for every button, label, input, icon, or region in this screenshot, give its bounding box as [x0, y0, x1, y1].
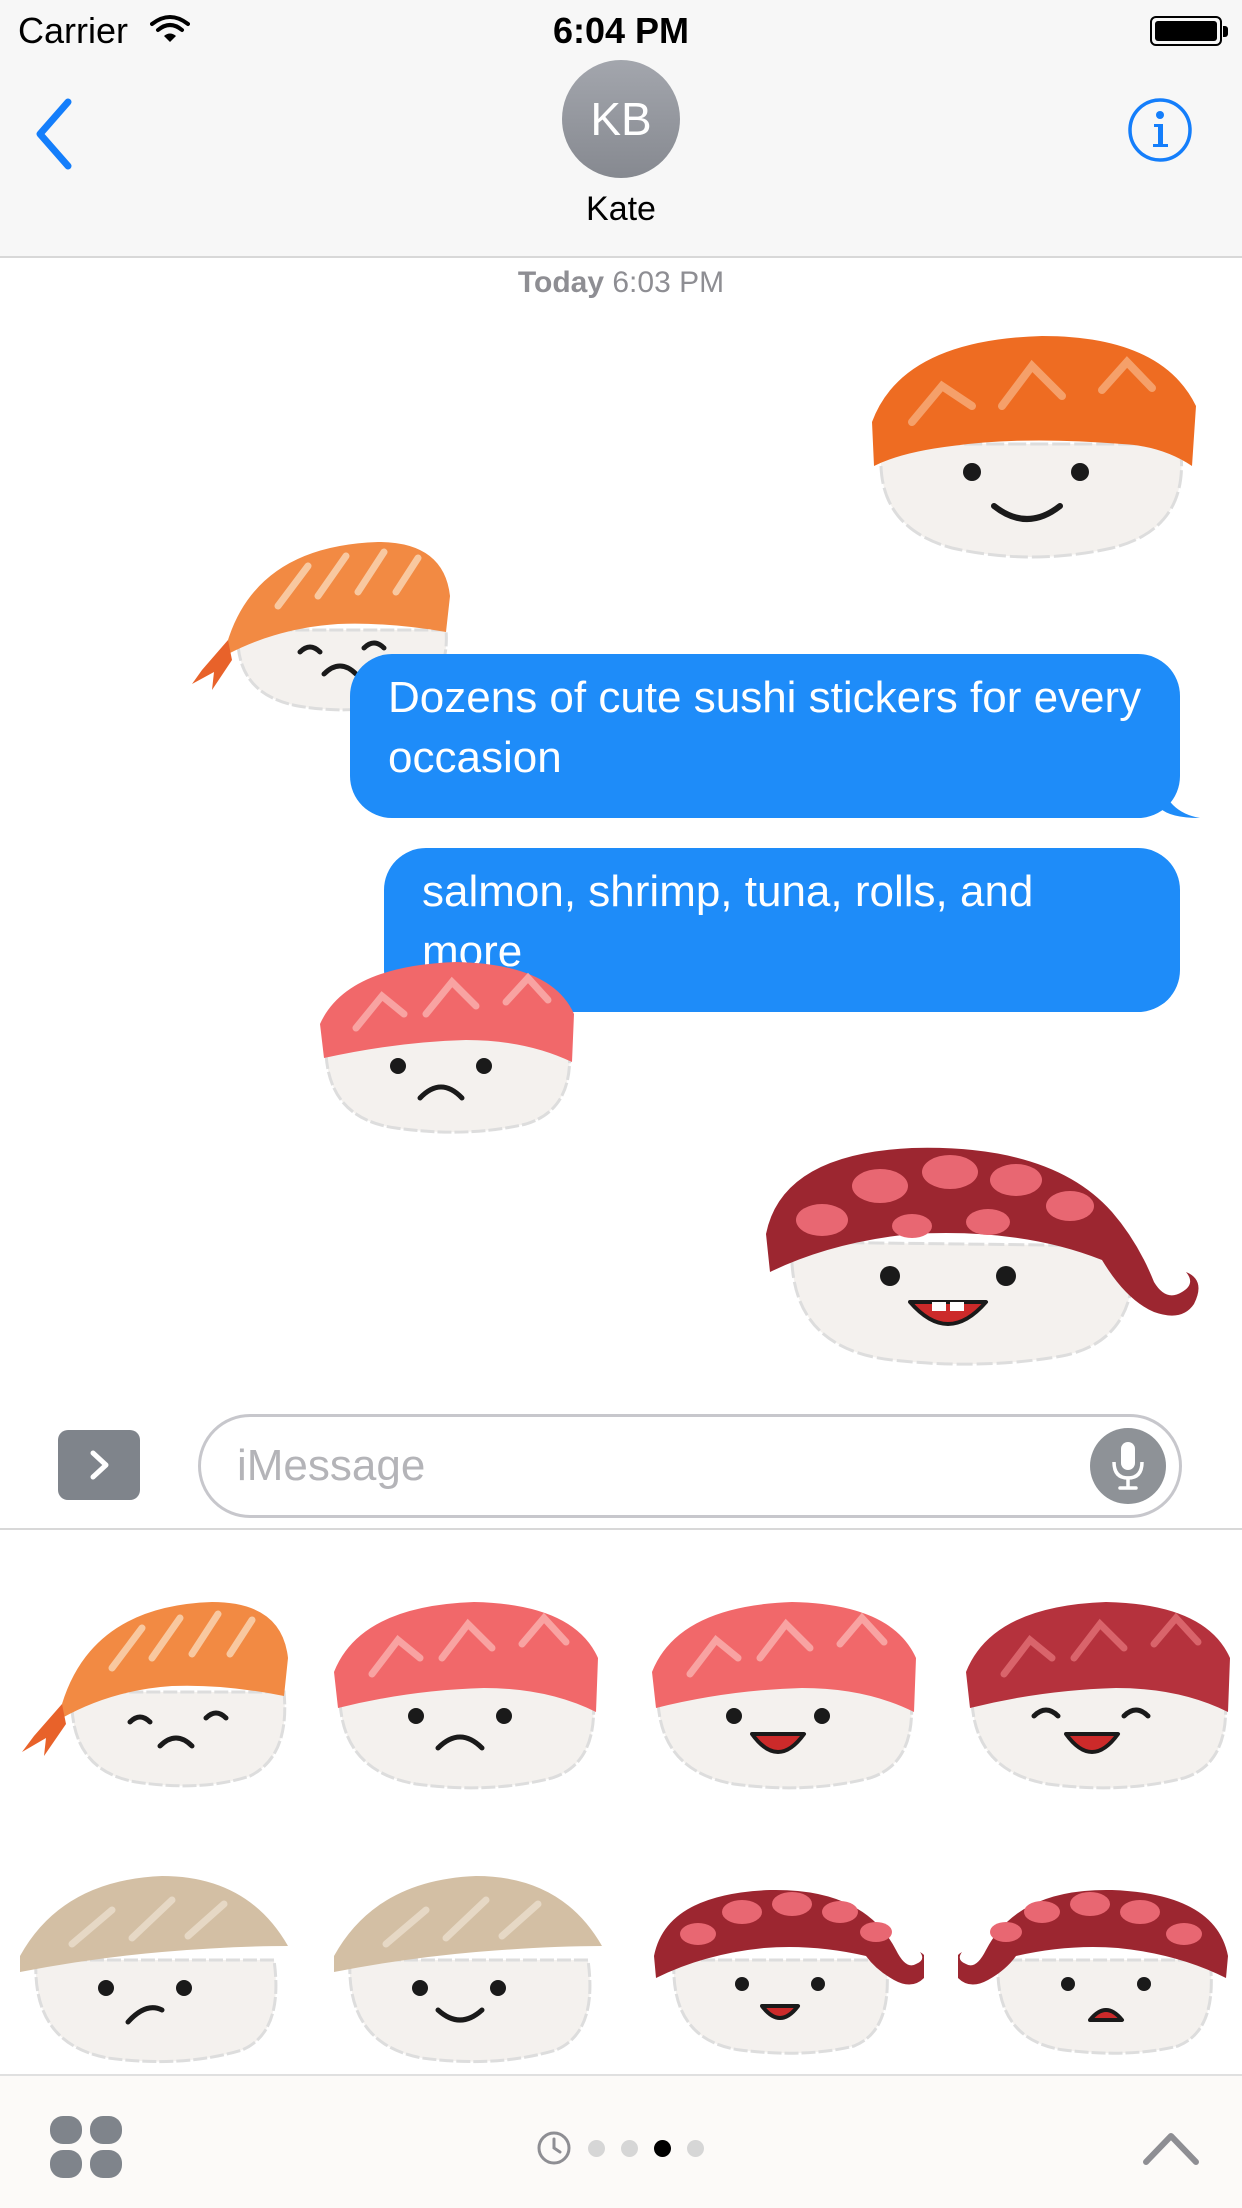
app-grid-icon[interactable] — [46, 2114, 126, 2180]
back-button[interactable] — [30, 94, 80, 174]
recents-clock-icon[interactable] — [536, 2130, 572, 2166]
microphone-button[interactable] — [1090, 1428, 1166, 1504]
message-bubble[interactable]: Dozens of cute sushi stickers for every … — [350, 654, 1200, 818]
page-dot[interactable] — [588, 2139, 605, 2157]
page-dot[interactable] — [687, 2139, 704, 2157]
expand-chevron-up-icon[interactable] — [1140, 2128, 1202, 2168]
sticker-shrimp-grumpy[interactable] — [12, 1586, 292, 1806]
message-input[interactable] — [198, 1414, 1182, 1518]
message-timestamp: Today 6:03 PM — [0, 266, 1242, 300]
sticker-hamachi-smile[interactable] — [326, 1860, 606, 2080]
page-dot[interactable] — [621, 2139, 638, 2157]
sticker-octopus-happy[interactable] — [762, 1142, 1202, 1372]
sticker-tuna-sad[interactable] — [316, 958, 580, 1138]
sticker-tuna-laughing[interactable] — [644, 1586, 924, 1806]
timestamp-day: Today — [517, 266, 605, 299]
microphone-icon — [1112, 1442, 1144, 1490]
app-drawer-button[interactable] — [58, 1430, 140, 1500]
contact-avatar[interactable]: KB — [562, 60, 680, 178]
sticker-salmon-happy[interactable] — [862, 326, 1202, 566]
page-dot-active[interactable] — [654, 2139, 671, 2157]
message-text: Dozens of cute sushi stickers for every … — [388, 673, 1142, 782]
contact-name[interactable]: Kate — [0, 190, 1242, 229]
battery-icon — [1150, 16, 1228, 46]
sticker-maguro-laughing[interactable] — [958, 1586, 1238, 1806]
page-indicator — [536, 2130, 704, 2166]
sticker-tuna-sad[interactable] — [326, 1586, 606, 1806]
sticker-hamachi-frown[interactable] — [12, 1860, 292, 2080]
status-time: 6:04 PM — [552, 10, 690, 51]
bubble-tail — [1160, 972, 1180, 1011]
sticker-grid — [0, 1530, 1242, 2078]
info-button[interactable] — [1126, 96, 1194, 164]
chevron-right-icon — [90, 1450, 109, 1480]
navigation-header: Carrier 6:04 PM KB Kate — [0, 0, 1242, 258]
timestamp-time: 6:03 PM — [612, 266, 725, 299]
sticker-octopus-worried[interactable] — [958, 1860, 1238, 2080]
drawer-toolbar — [0, 2074, 1242, 2208]
sticker-octopus-smile[interactable] — [644, 1860, 924, 2080]
bubble-tail — [1160, 778, 1200, 818]
